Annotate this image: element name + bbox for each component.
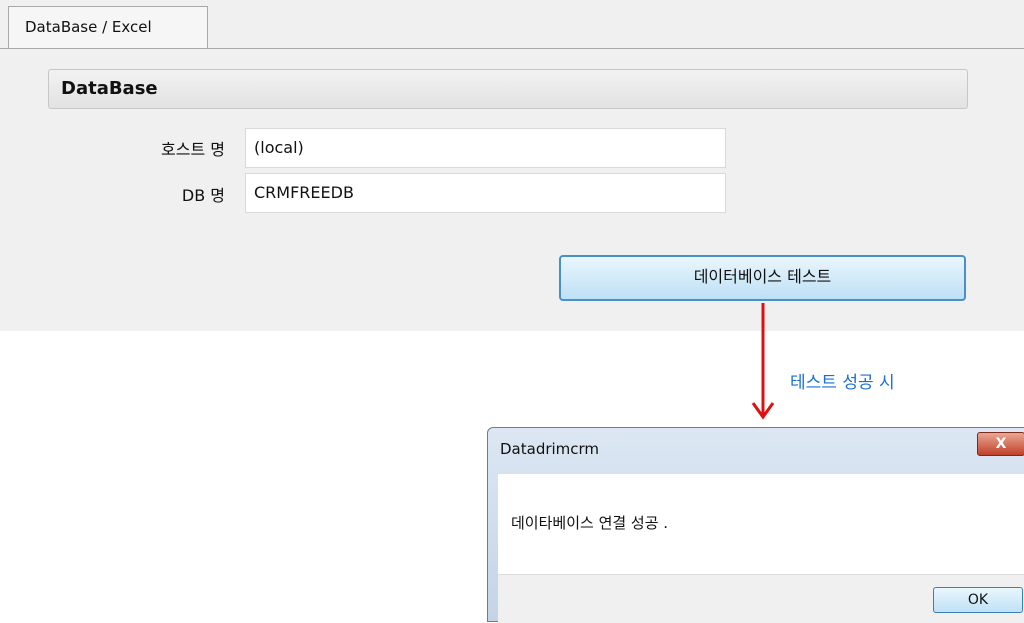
section-header-database: DataBase	[48, 69, 968, 109]
red-down-arrow-icon	[751, 303, 775, 420]
host-name-input[interactable]: (local)	[245, 128, 726, 168]
host-name-label: 호스트 명	[161, 140, 225, 159]
ok-button[interactable]: OK	[933, 587, 1023, 613]
dialog-body: 데이타베이스 연결 성공 .	[498, 474, 1024, 574]
message-dialog: Datadrimcrm X 데이타베이스 연결 성공 . OK	[487, 427, 1024, 623]
database-test-button[interactable]: 데이터베이스 테스트	[559, 255, 966, 301]
tab-strip: DataBase / Excel	[0, 0, 1024, 49]
db-name-label: DB 명	[181, 186, 225, 205]
close-icon: X	[995, 436, 1007, 452]
dialog-message: 데이타베이스 연결 성공 .	[511, 514, 669, 532]
dialog-title: Datadrimcrm	[500, 440, 600, 458]
db-name-input[interactable]: CRMFREEDB	[245, 173, 726, 213]
settings-panel: DataBase / Excel DataBase 호스트 명 (local) …	[0, 0, 1024, 331]
tab-database-excel[interactable]: DataBase / Excel	[8, 6, 208, 48]
close-button[interactable]: X	[977, 432, 1024, 456]
success-annotation: 테스트 성공 시	[790, 373, 895, 393]
dialog-footer: OK	[498, 574, 1024, 623]
